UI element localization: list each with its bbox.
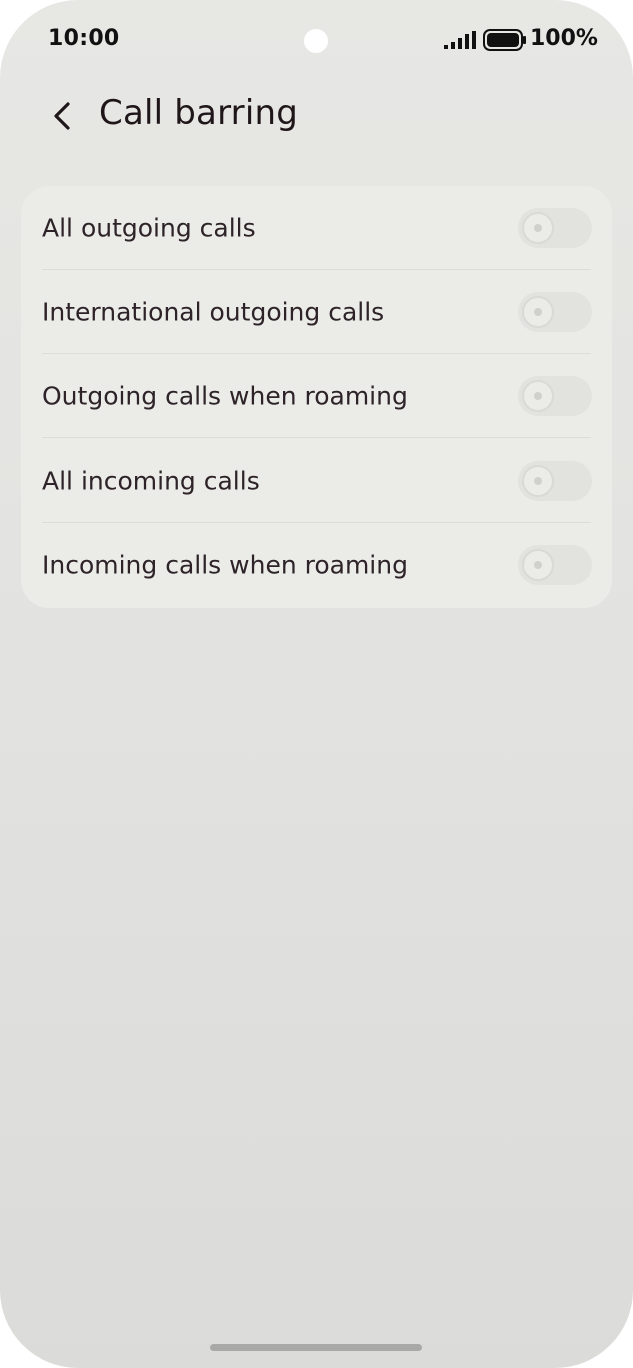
setting-row-all-incoming-calls[interactable]: All incoming calls	[21, 439, 612, 523]
page-title: Call barring	[99, 93, 299, 133]
front-camera	[304, 29, 328, 53]
toggle-knob	[522, 380, 554, 412]
toggle-knob	[522, 212, 554, 244]
setting-label: Outgoing calls when roaming	[42, 381, 408, 411]
toggle-incoming-calls-when-roaming[interactable]	[518, 545, 592, 585]
setting-row-international-outgoing-calls[interactable]: International outgoing calls	[21, 270, 612, 354]
setting-label: Incoming calls when roaming	[42, 550, 408, 580]
setting-row-outgoing-calls-when-roaming[interactable]: Outgoing calls when roaming	[21, 354, 612, 438]
toggle-knob	[522, 465, 554, 497]
status-bar: 10:00 100%	[0, 0, 633, 80]
toggle-outgoing-calls-when-roaming[interactable]	[518, 376, 592, 416]
signal-icon	[444, 31, 476, 49]
battery-icon	[483, 29, 526, 51]
chevron-left-icon	[54, 102, 70, 130]
back-button[interactable]	[40, 92, 88, 140]
toggle-knob	[522, 296, 554, 328]
divider	[42, 437, 591, 438]
home-indicator[interactable]	[210, 1344, 422, 1351]
toggle-all-incoming-calls[interactable]	[518, 461, 592, 501]
toggle-knob	[522, 549, 554, 581]
setting-row-all-outgoing-calls[interactable]: All outgoing calls	[21, 186, 612, 270]
battery-percentage: 100%	[530, 26, 598, 51]
status-time: 10:00	[48, 26, 120, 51]
setting-label: International outgoing calls	[42, 297, 385, 327]
toggle-international-outgoing-calls[interactable]	[518, 292, 592, 332]
setting-label: All incoming calls	[42, 466, 260, 496]
setting-row-incoming-calls-when-roaming[interactable]: Incoming calls when roaming	[21, 523, 612, 607]
toggle-all-outgoing-calls[interactable]	[518, 208, 592, 248]
phone-screen: 10:00 100% Call barring All outgoing cal…	[0, 0, 633, 1368]
setting-label: All outgoing calls	[42, 213, 256, 243]
call-barring-settings-card: All outgoing calls International outgoin…	[21, 186, 612, 608]
